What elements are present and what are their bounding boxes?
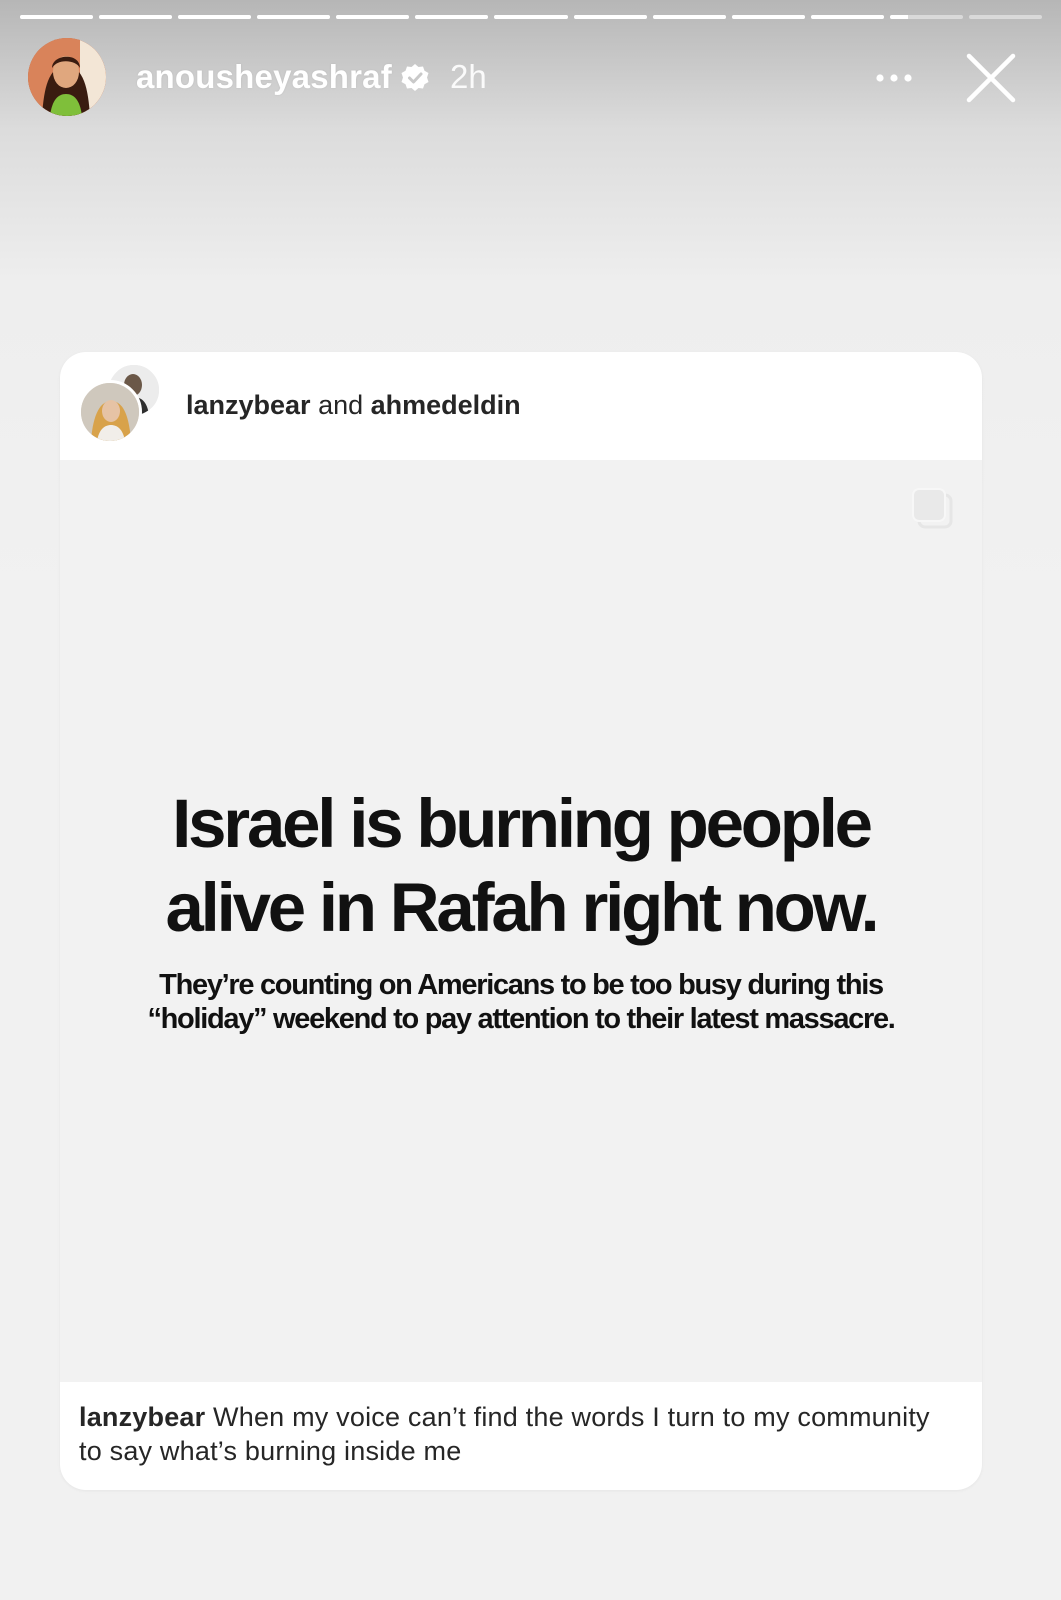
carousel-icon (912, 488, 953, 529)
caption-text: When my voice can’t find the words I tur… (79, 1402, 938, 1466)
progress-segment (20, 15, 94, 19)
progress-segment (99, 15, 173, 19)
post-image[interactable]: Israel is burning people alive in Rafah … (60, 460, 982, 1382)
subheadline-line: They’re counting on Americans to be too … (159, 969, 884, 1001)
progress-segment-fill (415, 15, 489, 19)
post-caption: lanzybear When my voice can’t find the w… (79, 1400, 959, 1468)
progress-segment-fill (257, 15, 331, 19)
author-username[interactable]: anousheyashraf (136, 58, 392, 96)
progress-segment-fill (573, 15, 647, 19)
progress-segment (810, 15, 884, 19)
more-horizontal-icon (876, 74, 912, 82)
story-progress-bar (20, 15, 1043, 21)
collab-username-second[interactable]: ahmedeldin (371, 390, 521, 420)
subheadline-line: “holiday” weekend to pay attention to th… (147, 1003, 895, 1035)
progress-segment-fill (810, 15, 884, 19)
progress-segment (257, 15, 331, 19)
progress-segment-fill (99, 15, 173, 19)
post-time: 2h (450, 58, 487, 95)
progress-segment-fill (336, 15, 410, 19)
story-header: anousheyashraf 2h (28, 38, 1038, 118)
shared-post-card[interactable]: lanzybear and ahmedeldin Israel is burni… (60, 352, 982, 1490)
progress-segment-fill (20, 15, 94, 19)
progress-segment-fill (494, 15, 568, 19)
close-icon (966, 53, 1016, 103)
progress-segment (494, 15, 568, 19)
progress-segment-fill (731, 15, 805, 19)
more-options-button[interactable] (870, 60, 918, 96)
progress-segment (336, 15, 410, 19)
verified-badge-icon (401, 64, 429, 91)
collab-username-first[interactable]: lanzybear (186, 390, 311, 420)
progress-segment (415, 15, 489, 19)
caption-username[interactable]: lanzybear (79, 1402, 205, 1432)
progress-segment (573, 15, 647, 19)
progress-segment-fill (652, 15, 726, 19)
post-subheadline: They’re counting on Americans to be too … (60, 968, 982, 1036)
progress-segment (652, 15, 726, 19)
close-button[interactable] (963, 50, 1019, 106)
progress-segment (731, 15, 805, 19)
avatar-portrait-icon (81, 383, 139, 441)
headline-line: Israel is burning people (172, 785, 873, 862)
collab-joiner: and (310, 390, 371, 420)
avatar-portrait-icon (28, 38, 106, 116)
author-avatar[interactable] (28, 38, 106, 116)
shared-post-header: lanzybear and ahmedeldin (60, 352, 982, 460)
progress-segment (968, 15, 1043, 19)
progress-segment-fill (178, 15, 252, 19)
author-avatar-small (78, 380, 142, 444)
collab-names[interactable]: lanzybear and ahmedeldin (186, 390, 521, 421)
progress-segment-fill (889, 15, 909, 19)
progress-segment (889, 15, 963, 19)
progress-segment (178, 15, 252, 19)
collab-avatars[interactable] (78, 362, 162, 444)
headline-line: alive in Rafah right now. (165, 869, 879, 946)
post-headline: Israel is burning people alive in Rafah … (60, 782, 982, 950)
